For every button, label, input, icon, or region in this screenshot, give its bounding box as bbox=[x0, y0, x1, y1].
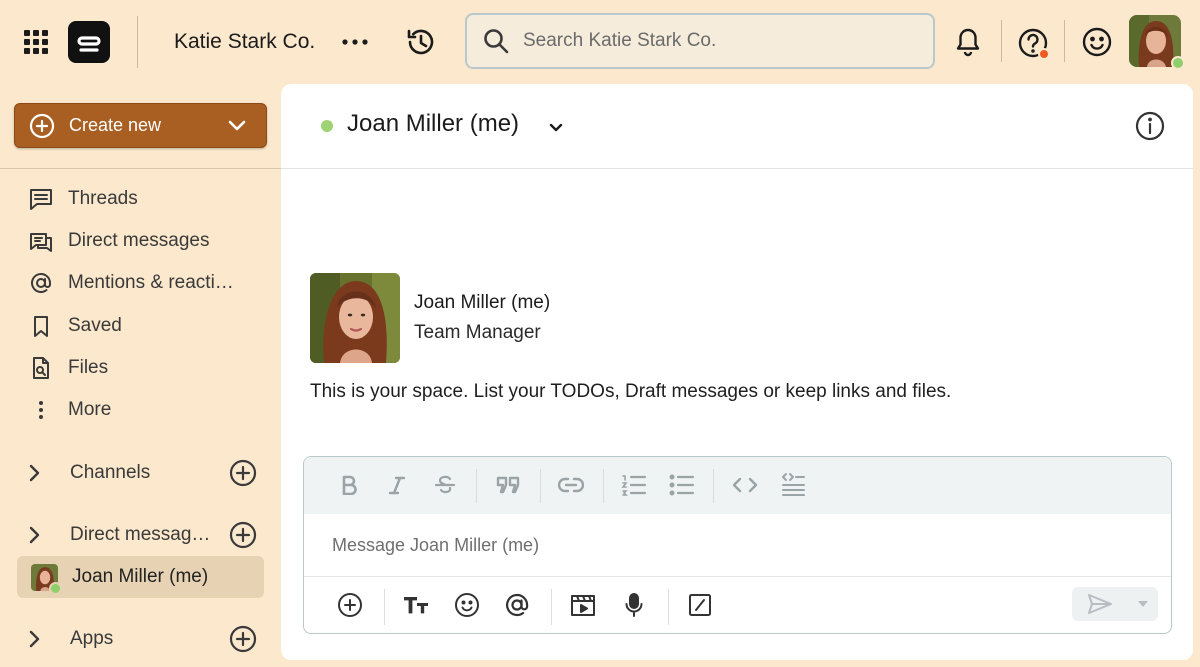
main-panel: Joan Miller (me) Joan Miller (me) Team M… bbox=[281, 84, 1193, 660]
sidebar-item-files[interactable]: Files bbox=[28, 352, 108, 384]
emoji-status-icon[interactable] bbox=[1080, 25, 1114, 59]
toolbar-divider bbox=[603, 469, 604, 503]
chevron-right-icon[interactable] bbox=[28, 464, 58, 482]
section-label: Channels bbox=[70, 462, 151, 483]
create-new-label: Create new bbox=[69, 115, 162, 135]
help-notification-badge bbox=[1038, 48, 1050, 60]
sidebar-item-direct-messages[interactable]: Direct messages bbox=[28, 225, 210, 257]
search-icon bbox=[484, 29, 509, 54]
online-status-dot bbox=[49, 581, 62, 595]
topbar-divider bbox=[1001, 20, 1002, 62]
microphone-icon[interactable] bbox=[619, 590, 649, 620]
dm-item-joan-miller[interactable]: Joan Miller (me) bbox=[17, 556, 264, 598]
message-composer bbox=[303, 456, 1172, 634]
italic-icon[interactable] bbox=[382, 470, 412, 500]
video-clip-icon[interactable] bbox=[568, 590, 598, 620]
app-logo-icon[interactable] bbox=[68, 21, 110, 63]
sidebar-item-label: Files bbox=[68, 357, 109, 378]
send-button-group bbox=[1072, 587, 1158, 621]
search-placeholder: Search Katie Stark Co. bbox=[523, 30, 717, 51]
profile-photo[interactable] bbox=[310, 273, 400, 363]
user-avatar[interactable] bbox=[1129, 15, 1185, 70]
channel-header: Joan Miller (me) bbox=[281, 84, 1193, 169]
link-icon[interactable] bbox=[556, 470, 586, 500]
section-channels[interactable]: Channels bbox=[28, 456, 258, 490]
workspace-name[interactable]: Katie Stark Co. bbox=[174, 26, 315, 58]
product-menu-icon[interactable] bbox=[22, 28, 50, 56]
help-icon[interactable] bbox=[1015, 25, 1051, 61]
toolbar-divider bbox=[384, 589, 385, 625]
chevron-down-icon[interactable] bbox=[546, 117, 566, 137]
formatting-toolbar bbox=[304, 457, 1171, 514]
notifications-bell-icon[interactable] bbox=[952, 25, 984, 59]
plus-circle-icon bbox=[29, 113, 55, 138]
sidebar-item-saved[interactable]: Saved bbox=[28, 310, 122, 342]
sidebar-item-label: Threads bbox=[68, 188, 138, 209]
top-bar: Katie Stark Co. Search Katie Stark Co. bbox=[0, 0, 1200, 84]
sidebar-divider bbox=[0, 168, 281, 169]
sidebar-item-threads[interactable]: Threads bbox=[28, 183, 138, 215]
bold-icon[interactable] bbox=[334, 470, 364, 500]
chevron-down-icon bbox=[228, 120, 246, 130]
section-direct-messages[interactable]: Direct messag… bbox=[28, 518, 258, 552]
toolbar-divider bbox=[540, 469, 541, 503]
section-label: Apps bbox=[70, 628, 114, 649]
numbered-list-icon[interactable] bbox=[619, 470, 649, 500]
add-app-icon[interactable] bbox=[228, 624, 258, 654]
profile-role: Team Manager bbox=[414, 322, 541, 343]
send-options-chevron-icon[interactable] bbox=[1128, 587, 1158, 621]
bookmark-icon bbox=[28, 313, 54, 339]
online-status-dot bbox=[1171, 56, 1185, 70]
search-bar[interactable]: Search Katie Stark Co. bbox=[465, 13, 935, 69]
toolbar-divider bbox=[476, 469, 477, 503]
sidebar-item-more[interactable]: More bbox=[28, 394, 111, 426]
section-apps[interactable]: Apps bbox=[28, 622, 258, 656]
quote-icon[interactable] bbox=[493, 470, 523, 500]
mention-icon[interactable] bbox=[502, 590, 532, 620]
attach-plus-icon[interactable] bbox=[335, 590, 365, 620]
avatar bbox=[31, 563, 62, 595]
toolbar-divider bbox=[551, 589, 552, 625]
chevron-right-icon[interactable] bbox=[28, 526, 58, 544]
strikethrough-icon[interactable] bbox=[430, 470, 460, 500]
text-format-icon[interactable] bbox=[401, 590, 431, 620]
workspace-more-icon[interactable] bbox=[340, 28, 370, 56]
threads-icon bbox=[28, 186, 54, 212]
channel-title[interactable]: Joan Miller (me) bbox=[347, 110, 519, 138]
sidebar-item-label: More bbox=[68, 399, 112, 420]
add-direct-message-icon[interactable] bbox=[228, 520, 258, 550]
direct-messages-icon bbox=[28, 228, 54, 254]
section-label: Direct messag… bbox=[70, 524, 211, 545]
profile-name[interactable]: Joan Miller (me) bbox=[414, 292, 550, 314]
create-new-button[interactable]: Create new bbox=[14, 103, 267, 148]
info-icon[interactable] bbox=[1134, 110, 1166, 142]
sidebar-item-label: Direct messages bbox=[68, 230, 210, 251]
composer-actions bbox=[304, 576, 1171, 633]
toolbar-divider bbox=[713, 469, 714, 503]
code-icon[interactable] bbox=[730, 470, 760, 500]
topbar-divider bbox=[137, 16, 138, 68]
sidebar: Create new Threads Direct messages Menti… bbox=[0, 84, 281, 667]
sidebar-item-label: Saved bbox=[68, 315, 122, 336]
code-block-icon[interactable] bbox=[778, 470, 808, 500]
topbar-divider bbox=[1064, 20, 1065, 62]
sidebar-item-mentions[interactable]: Mentions & reacti… bbox=[28, 267, 248, 299]
message-input[interactable] bbox=[304, 514, 1171, 576]
presence-indicator bbox=[321, 120, 333, 132]
chevron-right-icon[interactable] bbox=[28, 630, 58, 648]
bulleted-list-icon[interactable] bbox=[667, 470, 697, 500]
add-channel-icon[interactable] bbox=[228, 458, 258, 488]
more-vertical-icon bbox=[28, 397, 54, 423]
slash-command-icon[interactable] bbox=[685, 590, 715, 620]
send-icon[interactable] bbox=[1072, 587, 1128, 621]
at-sign-icon bbox=[28, 270, 54, 296]
intro-text: This is your space. List your TODOs, Dra… bbox=[310, 381, 952, 402]
emoji-icon[interactable] bbox=[452, 590, 482, 620]
sidebar-item-label: Mentions & reacti… bbox=[68, 272, 234, 293]
file-search-icon bbox=[28, 355, 54, 381]
toolbar-divider bbox=[668, 589, 669, 625]
history-icon[interactable] bbox=[404, 25, 438, 59]
dm-item-label: Joan Miller (me) bbox=[72, 566, 209, 587]
